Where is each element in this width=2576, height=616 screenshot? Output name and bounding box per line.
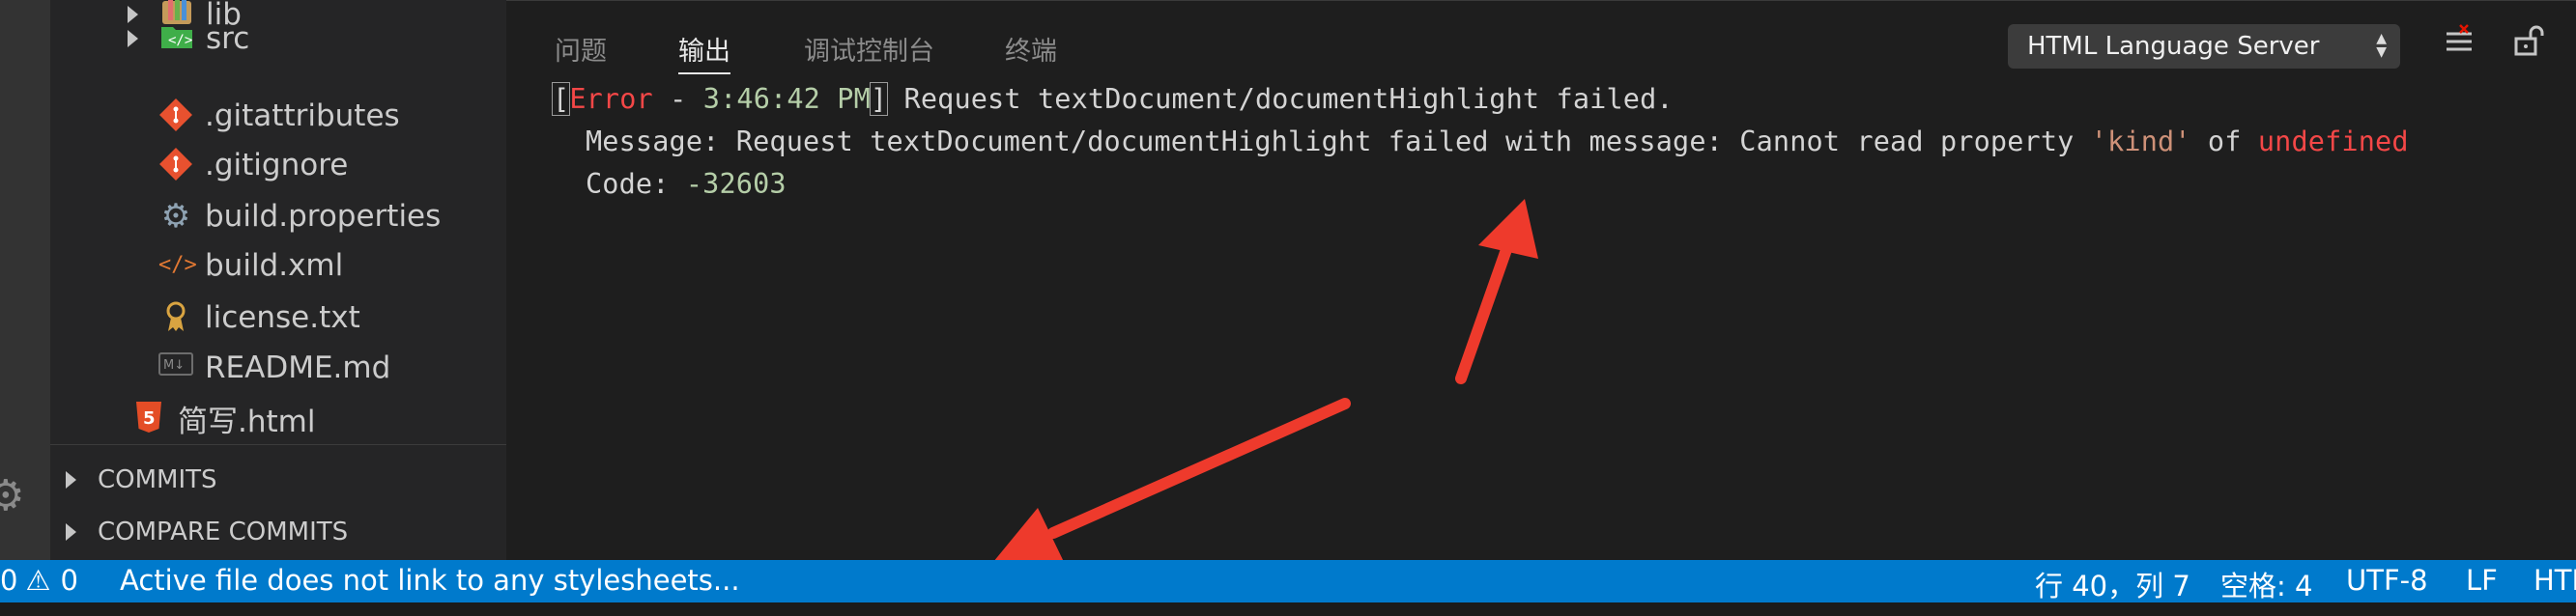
warning-icon: ⚠	[25, 564, 51, 597]
status-language[interactable]: HTML	[2533, 564, 2576, 597]
arrow-down-left-icon	[993, 398, 1351, 564]
status-indentation[interactable]: 空格: 4	[2220, 564, 2312, 604]
warnings-count: 0	[60, 564, 78, 597]
arrow-up-icon	[1455, 199, 1538, 384]
bottom-edge	[0, 602, 2576, 616]
status-message[interactable]: Active file does not link to any stylesh…	[120, 564, 740, 597]
annotation-arrows	[993, 199, 1538, 564]
status-cursor-position[interactable]: 行 40，列 7	[2035, 564, 2190, 604]
status-bar: 0 ⚠ 0 Active file does not link to any sty…	[0, 560, 2576, 602]
status-eol[interactable]: LF	[2466, 564, 2498, 597]
errors-count: 0	[0, 564, 18, 597]
status-encoding[interactable]: UTF-8	[2346, 564, 2428, 597]
status-errors[interactable]: 0 ⚠ 0	[0, 564, 78, 597]
